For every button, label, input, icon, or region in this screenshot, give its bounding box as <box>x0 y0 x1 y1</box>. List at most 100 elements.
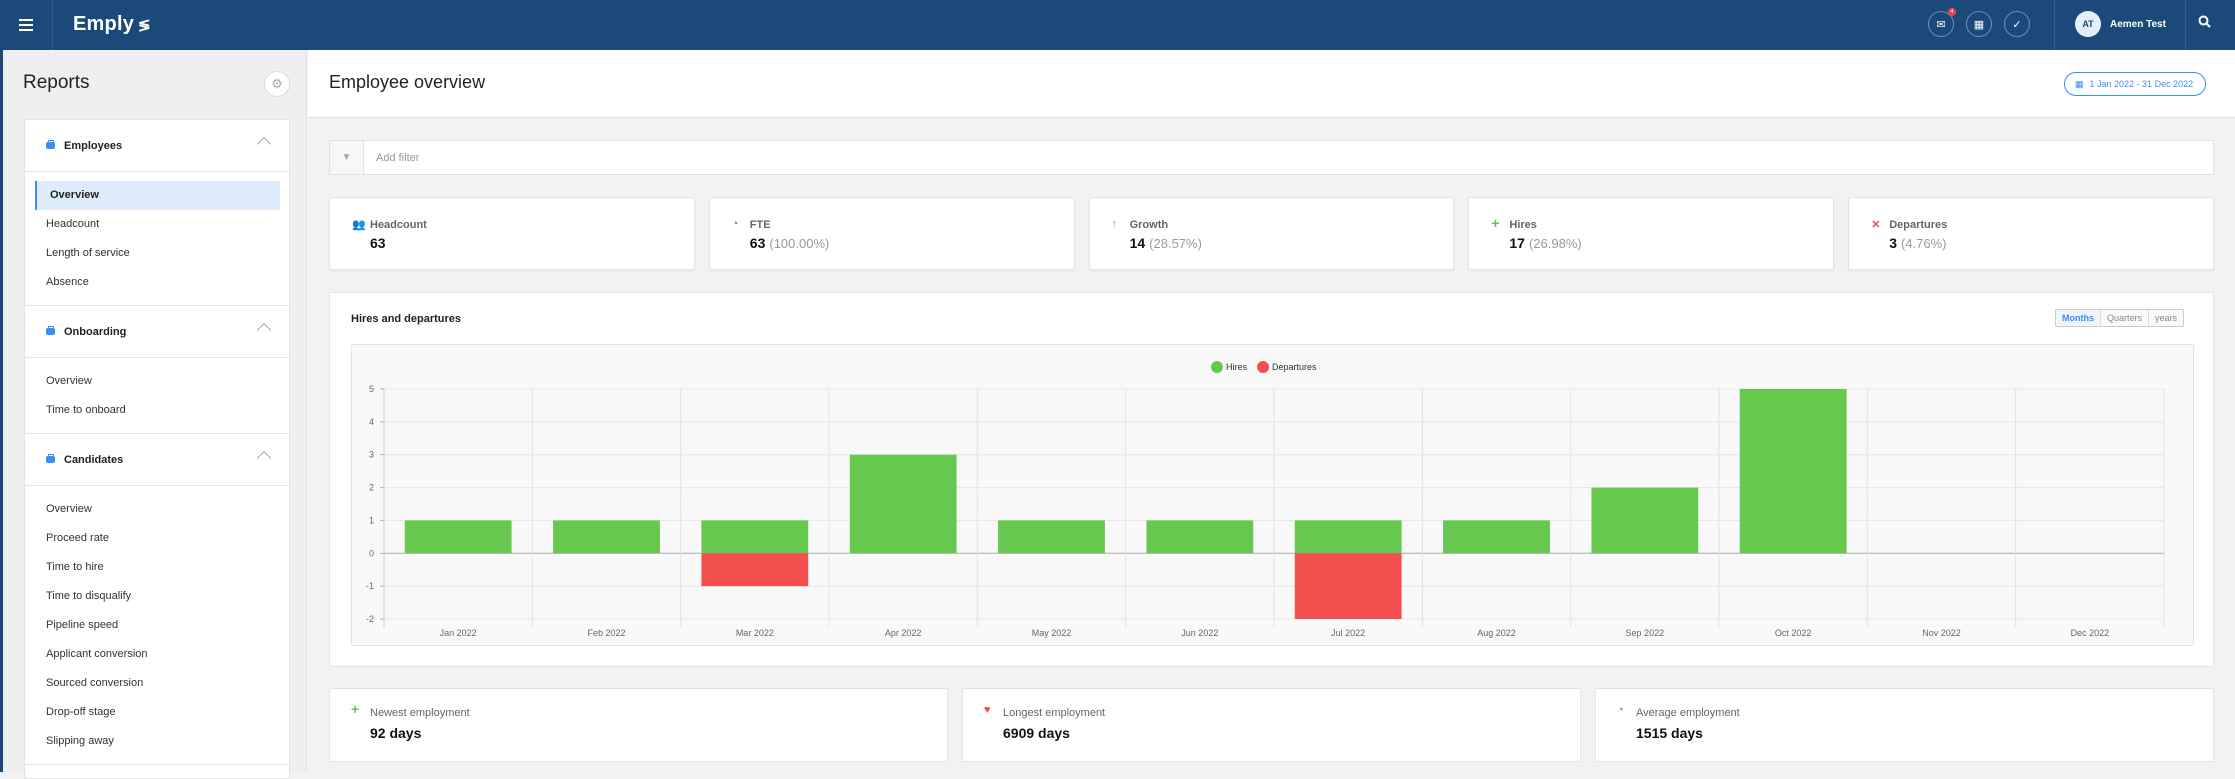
sidebar-item-pipeline-speed[interactable]: Pipeline speed <box>35 611 280 640</box>
kpi-growth[interactable]: ↑ Growth 14 (28.57%) <box>1088 197 1455 270</box>
stat-label: Average employment <box>1636 707 1740 719</box>
kpi-row: 👥 Headcount 63 ◔ FTE 63 (100.00%) ↑ Growt… <box>329 197 2214 270</box>
add-filter-input[interactable] <box>364 141 2213 174</box>
briefcase-icon <box>46 326 55 335</box>
emply-logo[interactable]: Emply ≶ <box>73 13 151 36</box>
bar-hires-may-2022 <box>998 520 1105 554</box>
period-years-button[interactable]: years <box>2148 310 2184 326</box>
sidebar-item-slipping-away[interactable]: Slipping away <box>35 727 280 756</box>
checkmark-icon: ✓ <box>2012 18 2022 31</box>
envelope-icon: ✉ <box>1936 18 1946 31</box>
kpi-value: 14 (28.57%) <box>1130 235 1202 251</box>
kpi-hires[interactable]: + Hires 17 (26.98%) <box>1468 197 1835 270</box>
hamburger-icon <box>19 24 33 26</box>
reports-sidebar: Reports ⚙ Employees Overview Headcount L… <box>0 50 307 779</box>
sidebar-item-drop-off-stage[interactable]: Drop-off stage <box>35 698 280 727</box>
funnel-icon: ▼ <box>330 141 364 174</box>
chevron-up-icon[interactable] <box>256 322 272 338</box>
chevron-up-icon[interactable] <box>256 450 272 466</box>
section-onboarding-header[interactable]: Onboarding <box>25 306 289 358</box>
legend-marker-hires <box>1211 361 1223 373</box>
clock-icon: ◔ <box>731 218 739 230</box>
hires-departures-card: Hires and departures Months Quarters yea… <box>329 292 2214 667</box>
section-label: Employees <box>64 139 123 152</box>
bar-departures-mar-2022 <box>701 553 809 587</box>
sidebar-item-applicant-conversion[interactable]: Applicant conversion <box>35 640 280 669</box>
briefcase-icon <box>46 454 55 463</box>
newest-employment-card: + Newest employment 92 days <box>329 688 948 762</box>
legend-label-hires: Hires <box>1226 362 1248 372</box>
kpi-number: 14 <box>1129 235 1146 251</box>
x-tick-label: Jul 2022 <box>1331 628 1365 638</box>
bar-hires-jan-2022 <box>404 520 512 554</box>
gear-icon: ⚙ <box>271 76 283 91</box>
settings-button[interactable]: ⚙ <box>264 71 290 97</box>
messages-button[interactable]: ✉ 4 <box>1928 8 1956 37</box>
chart-title: Hires and departures <box>351 313 462 325</box>
y-tick-label: 2 <box>369 483 374 493</box>
bar-hires-apr-2022 <box>849 454 957 554</box>
x-tick-label: Aug 2022 <box>1477 628 1516 638</box>
sidebar-item-headcount[interactable]: Headcount <box>35 210 280 239</box>
kpi-headcount[interactable]: 👥 Headcount 63 <box>329 197 695 270</box>
sidebar-item-length-of-service[interactable]: Length of service <box>35 239 280 268</box>
sidebar-item-proceed-rate[interactable]: Proceed rate <box>35 524 280 553</box>
period-quarters-button[interactable]: Quarters <box>2100 310 2149 326</box>
top-navigation-bar: Emply ≶ ✉ 4 ▦ ✓ AT Aemen Test <box>0 0 2235 50</box>
kpi-percent: (26.98%) <box>1528 236 1582 251</box>
section-candidates-header[interactable]: Candidates <box>25 434 289 486</box>
kpi-percent: (4.76%) <box>1900 236 1947 251</box>
hires-departures-chart: 5 4 3 2 1 0 -1 -2 Jan 2022 Feb 2022 Mar 2022 Apr 20… <box>366 361 2165 638</box>
x-tick-label: Jan 2022 <box>440 628 477 638</box>
clock-icon: ◔ <box>1617 704 1624 716</box>
sidebar-item-sourced-conversion[interactable]: Sourced conversion <box>35 669 280 698</box>
y-tick-label: 4 <box>369 417 374 427</box>
sidebar-item-time-to-hire[interactable]: Time to hire <box>35 553 280 582</box>
sidebar-item-overview[interactable]: Overview <box>35 181 280 210</box>
y-tick-label: 1 <box>369 515 374 525</box>
section-label: Candidates <box>64 453 124 466</box>
x-tick-label: Oct 2022 <box>1775 628 1812 638</box>
sidebar-item-absence[interactable]: Absence <box>35 268 280 297</box>
calendar-button[interactable]: ▦ <box>1966 11 1992 37</box>
bar-hires-jun-2022 <box>1146 520 1254 554</box>
legend-label-departures: Departures <box>1272 362 1317 372</box>
section-employees-header[interactable]: Employees <box>25 120 289 172</box>
report-categories: Employees Overview Headcount Length of s… <box>24 119 290 779</box>
sidebar-item-time-to-disqualify[interactable]: Time to disqualify <box>35 582 280 611</box>
page-header: Employee overview <box>308 50 2235 118</box>
y-tick-label: -2 <box>366 614 374 624</box>
kpi-value: 3 (4.76%) <box>1889 235 1946 251</box>
kpi-label: Departures <box>1889 219 1948 231</box>
sidebar-item-time-to-onboard[interactable]: Time to onboard <box>35 396 280 425</box>
user-menu[interactable]: AT Aemen Test <box>2075 11 2166 37</box>
date-range-button[interactable]: ▦ 1 Jan 2022 - 31 Dec 2022 <box>2064 72 2207 96</box>
x-tick-label: Nov 2022 <box>1922 628 1961 638</box>
filter-bar: ▼ <box>329 140 2214 175</box>
search-button[interactable] <box>2198 15 2211 33</box>
menu-button[interactable] <box>0 0 53 50</box>
kpi-label: FTE <box>749 219 771 231</box>
divider <box>2054 0 2055 50</box>
kpi-label: Headcount <box>370 219 427 231</box>
kpi-label: Hires <box>1509 219 1537 231</box>
x-tick-label: Feb 2022 <box>587 628 625 638</box>
period-months-button[interactable]: Months <box>2056 310 2100 326</box>
stat-label: Longest employment <box>1003 707 1106 719</box>
bar-hires-oct-2022 <box>1739 389 1847 554</box>
kpi-departures[interactable]: ✕ Departures 3 (4.76%) <box>1848 197 2214 270</box>
kpi-percent: (100.00%) <box>769 236 830 251</box>
sidebar-item-candidates-overview[interactable]: Overview <box>35 495 280 524</box>
x-tick-label: Dec 2022 <box>2071 628 2110 638</box>
bar-hires-aug-2022 <box>1443 520 1550 554</box>
stat-value: 1515 days <box>1636 725 1703 741</box>
sidebar-item-onboarding-overview[interactable]: Overview <box>35 367 280 396</box>
divider <box>2185 0 2186 50</box>
tasks-button[interactable]: ✓ <box>2004 11 2030 37</box>
x-tick-label: Mar 2022 <box>736 628 774 638</box>
x-tick-label: May 2022 <box>1032 628 1072 638</box>
chevron-up-icon[interactable] <box>256 136 272 152</box>
plus-icon: + <box>351 701 360 717</box>
brand-name: Emply <box>73 13 135 35</box>
kpi-fte[interactable]: ◔ FTE 63 (100.00%) <box>708 197 1075 270</box>
